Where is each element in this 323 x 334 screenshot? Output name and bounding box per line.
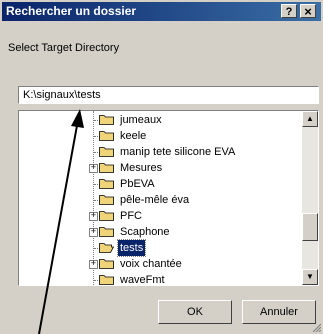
annotation-arrow-icon [38, 109, 84, 334]
folder-browser-dialog: Rechercher un dossier ? × Select Target … [0, 0, 323, 334]
